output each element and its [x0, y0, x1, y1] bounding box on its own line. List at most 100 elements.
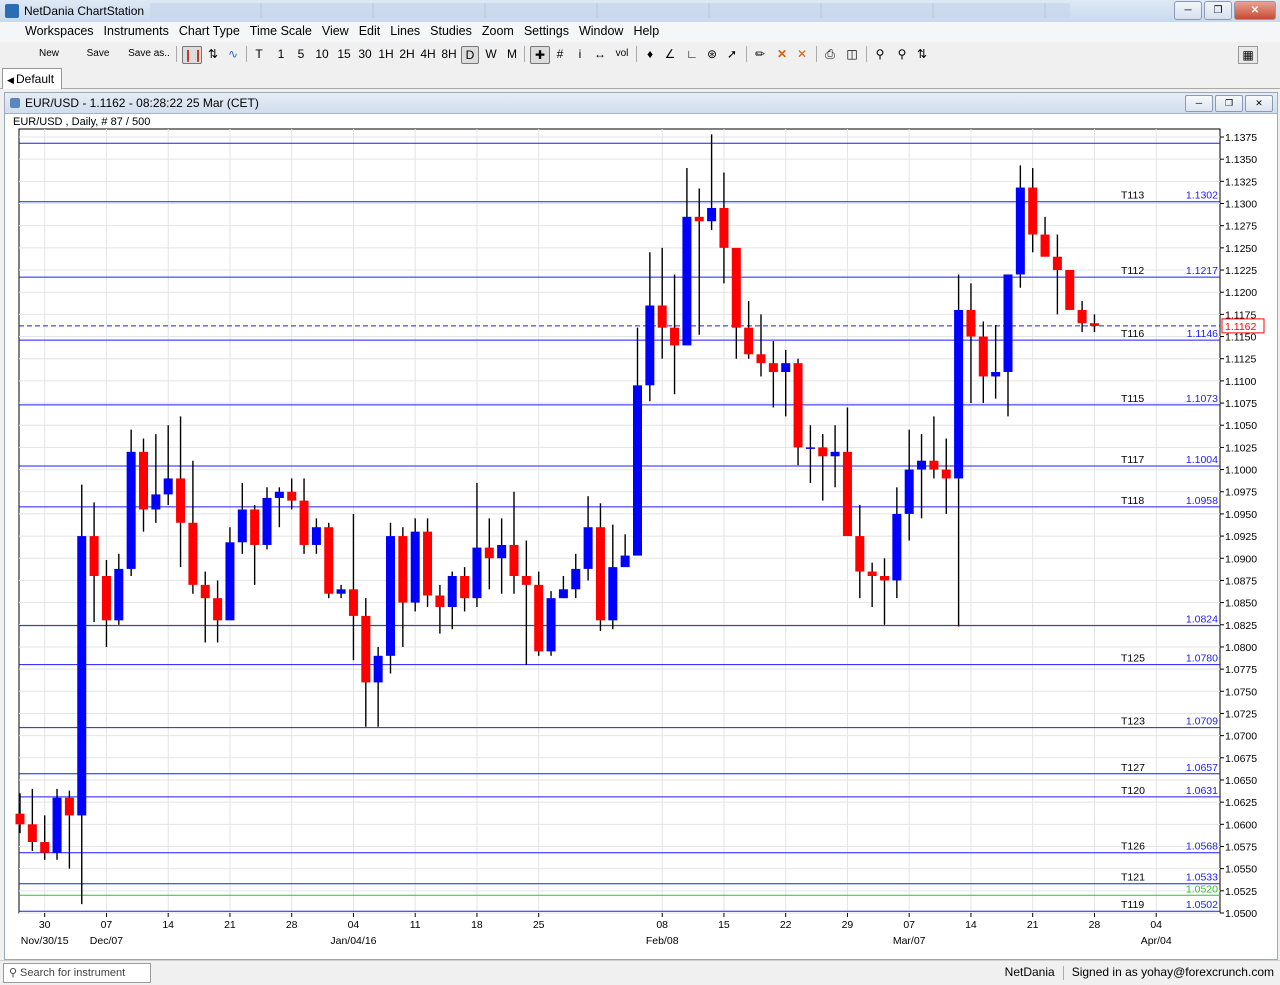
candle-body [1065, 270, 1075, 310]
delete-all-icon[interactable]: ✕ [794, 46, 810, 62]
chart-restore-button[interactable]: ❐ [1215, 95, 1243, 112]
menu-zoom[interactable]: Zoom [477, 22, 519, 38]
pencil-icon[interactable]: ✏ [752, 46, 768, 62]
timescale-10[interactable]: 10 [313, 46, 331, 62]
price-chart[interactable]: EUR/USD , Daily, # 87 / 500 1.0500 1.0525 1… [5, 113, 1277, 959]
timescale-30[interactable]: 30 [356, 46, 374, 62]
y-tick-label: 1.1200 [1225, 287, 1257, 299]
menu-edit[interactable]: Edit [354, 22, 386, 38]
hline-price-label: 1.1217 [1186, 265, 1218, 277]
maximize-button[interactable]: ❐ [1204, 1, 1232, 20]
menu-time-scale[interactable]: Time Scale [245, 22, 317, 38]
save-as-button[interactable]: Save as.. [128, 46, 170, 62]
hline-label: T121 [1121, 872, 1145, 884]
hline-label: T115 [1121, 393, 1144, 405]
toolbar: New Save Save as.. ❙❙ ⇅ ∿ T 1 5 10 15 30… [0, 42, 1280, 67]
chart-close-button[interactable]: ✕ [1245, 95, 1273, 112]
y-tick-label: 1.0950 [1225, 509, 1257, 521]
candle-body [324, 527, 334, 594]
print-icon[interactable]: ⎙ [822, 46, 838, 62]
timescale-8h[interactable]: 8H [440, 46, 458, 62]
candle-body [768, 363, 778, 373]
menu-workspaces[interactable]: Workspaces [20, 22, 99, 38]
candle-body [139, 451, 148, 510]
candle-body [521, 575, 531, 585]
info-icon[interactable]: i [574, 46, 586, 62]
hline-price-label: 1.0657 [1186, 762, 1218, 774]
candle-body [15, 813, 25, 825]
candle-body [583, 527, 593, 569]
timescale-t[interactable]: T [252, 46, 266, 62]
timescale-1h[interactable]: 1H [377, 46, 395, 62]
volume-button[interactable]: vol [613, 46, 631, 62]
candle-body [991, 372, 1001, 377]
x-tick-sublabel: Feb/08 [646, 935, 679, 947]
y-tick-label: 1.1325 [1225, 176, 1257, 188]
alert-bell-icon[interactable]: ♦ [642, 46, 658, 62]
timescale-4h[interactable]: 4H [419, 46, 437, 62]
search-input[interactable]: ⚲ Search for instrument [3, 963, 151, 983]
timescale-w[interactable]: W [483, 46, 499, 62]
timescale-1[interactable]: 1 [274, 46, 288, 62]
candlestick-chart-icon[interactable]: ❙❙ [182, 46, 203, 64]
hline-label: T120 [1121, 785, 1145, 797]
app-titlebar: NetDania ChartStation ─ ❐ ✕ [0, 0, 1280, 23]
candle-body [447, 575, 457, 608]
zoom-fit-icon[interactable]: ⇅ [914, 46, 930, 62]
candle-body [978, 336, 988, 377]
panel-toggle-icon[interactable]: ▦ [1238, 46, 1258, 64]
candle-body [176, 478, 186, 523]
y-tick-label: 1.0525 [1225, 886, 1257, 898]
hline-price-label: 1.0520 [1186, 883, 1218, 895]
menu-studies[interactable]: Studies [425, 22, 477, 38]
menu-window[interactable]: Window [574, 22, 628, 38]
tab-default[interactable]: ◀ Default [2, 68, 62, 89]
tab-arrow-icon: ◀ [7, 75, 14, 85]
app-icon [5, 4, 19, 18]
print-preview-icon[interactable]: ◫ [844, 46, 860, 62]
delete-icon[interactable]: ✕ [774, 46, 790, 62]
menu-instruments[interactable]: Instruments [99, 22, 174, 38]
candle-body [793, 363, 803, 448]
timescale-d[interactable]: D [461, 46, 479, 64]
hline-label: T117 [1121, 454, 1144, 466]
y-tick-label: 1.1300 [1225, 199, 1257, 211]
timescale-2h[interactable]: 2H [398, 46, 416, 62]
channel-icon[interactable]: ⊛ [704, 46, 720, 62]
app-title: NetDania ChartStation [24, 4, 145, 18]
arrow-tool-icon[interactable]: ➚ [724, 46, 740, 62]
menu-chart-type[interactable]: Chart Type [174, 22, 245, 38]
x-tick-label: 28 [1089, 919, 1101, 931]
menu-lines[interactable]: Lines [385, 22, 425, 38]
x-tick-label: 08 [656, 919, 668, 931]
menu-settings[interactable]: Settings [519, 22, 574, 38]
candle-body [497, 544, 507, 559]
menu-help[interactable]: Help [628, 22, 664, 38]
zoom-out-icon[interactable]: ⚲ [894, 46, 910, 62]
menu-view[interactable]: View [317, 22, 354, 38]
ray-icon[interactable]: ∟ [684, 46, 700, 62]
timescale-15[interactable]: 15 [335, 46, 353, 62]
crosshair-icon[interactable]: ✚ [530, 46, 550, 64]
x-tick-label: 21 [224, 919, 236, 931]
candle-body [274, 491, 284, 498]
minimize-button[interactable]: ─ [1174, 1, 1202, 20]
save-button[interactable]: Save [84, 46, 112, 62]
x-tick-sublabel: Apr/04 [1141, 935, 1172, 947]
bar-chart-icon[interactable]: ⇅ [204, 46, 222, 62]
chart-window-icon [10, 98, 20, 108]
new-button[interactable]: New [38, 46, 60, 62]
move-icon[interactable]: ↔ [592, 46, 608, 62]
y-tick-label: 1.0975 [1225, 487, 1257, 499]
y-tick-label: 1.1350 [1225, 154, 1257, 166]
timescale-5[interactable]: 5 [294, 46, 308, 62]
close-button[interactable]: ✕ [1234, 1, 1276, 20]
chart-minimize-button[interactable]: ─ [1185, 95, 1213, 112]
x-tick-label: 18 [471, 919, 483, 931]
y-tick-label: 1.1250 [1225, 243, 1257, 255]
trendline-icon[interactable]: ∠ [662, 46, 678, 62]
zoom-in-icon[interactable]: ⚲ [872, 46, 888, 62]
line-chart-icon[interactable]: ∿ [224, 46, 242, 62]
timescale-m[interactable]: M [504, 46, 520, 62]
grid-icon[interactable]: # [552, 46, 568, 62]
